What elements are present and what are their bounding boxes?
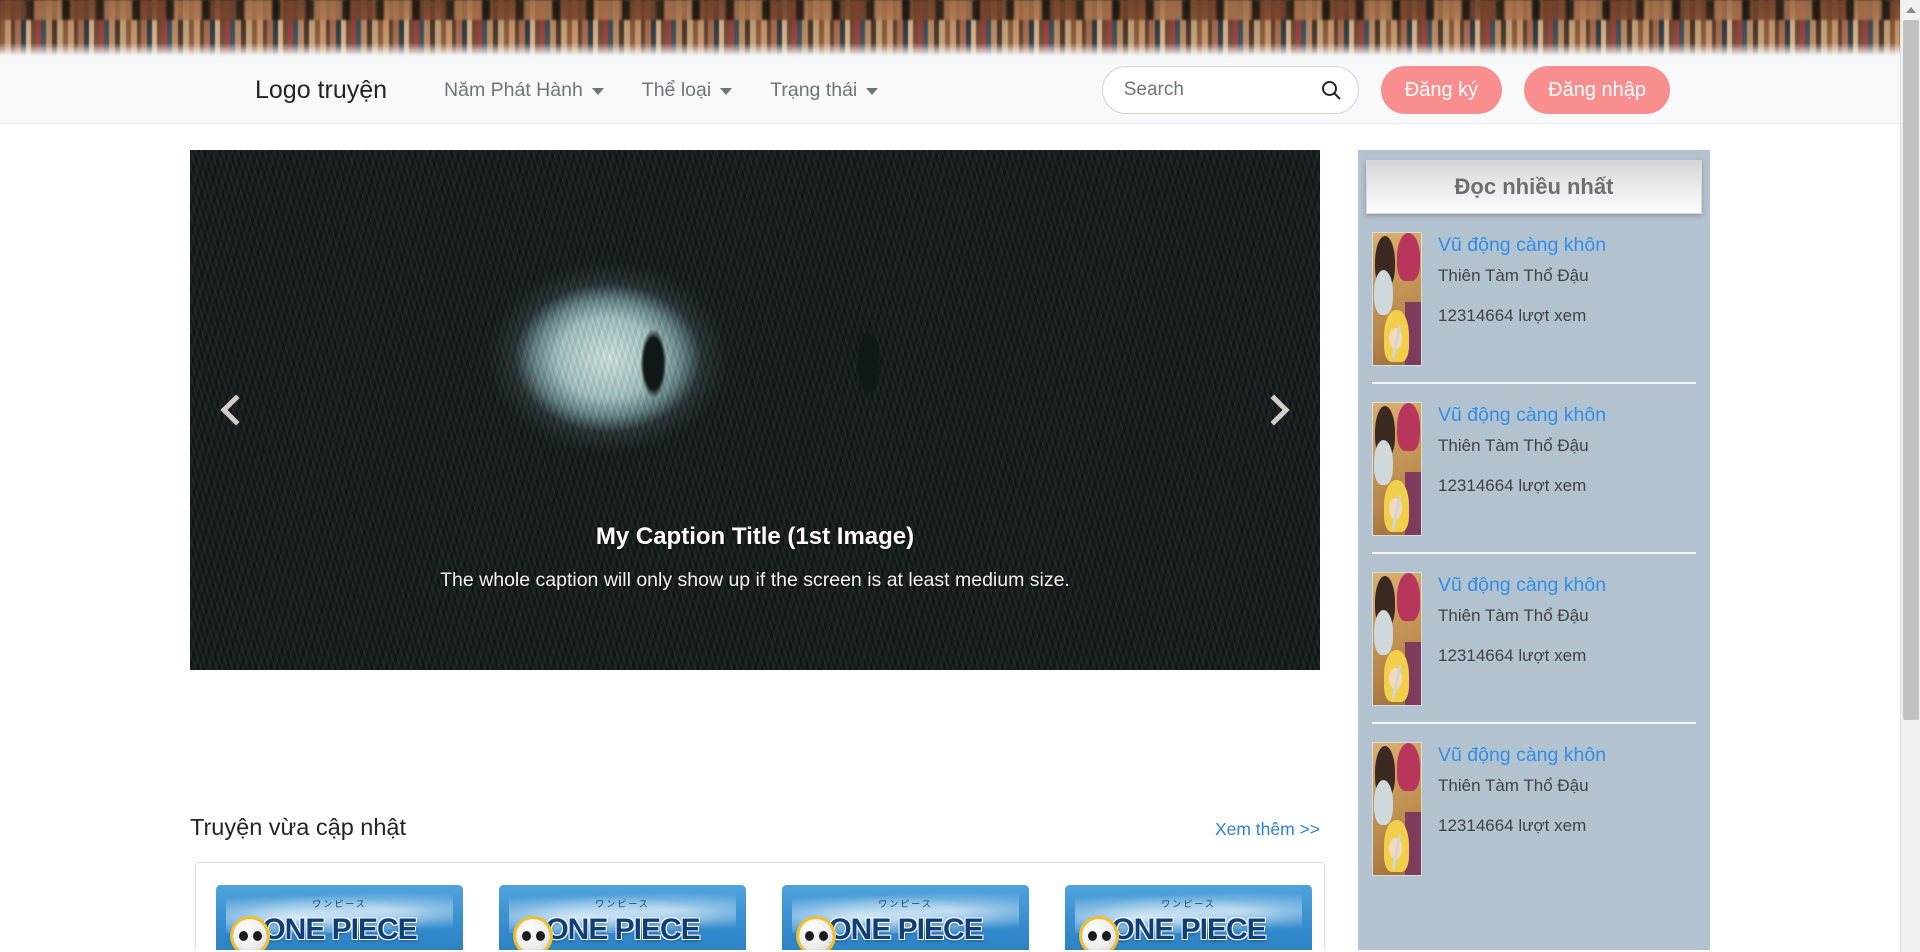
carousel-next-button[interactable] (1228, 150, 1320, 670)
hero-bookshelf-banner (0, 0, 1900, 57)
chevron-left-icon (220, 394, 252, 426)
list-item-body: Vũ động càng khôn Thiên Tàm Thổ Đậu 1231… (1438, 232, 1606, 366)
register-button[interactable]: Đăng ký (1380, 66, 1503, 114)
cover-subtitle: ワンピース (312, 899, 367, 909)
manga-title-link[interactable]: Vũ động càng khôn (1438, 232, 1606, 260)
manga-view-count: 12314664 lượt xem (1438, 645, 1587, 665)
login-button[interactable]: Đăng nhập (1524, 66, 1670, 114)
navbar-menu: Năm Phát Hành Thể loại Trạng thái (425, 79, 897, 102)
hero-carousel: My Caption Title (1st Image) The whole c… (190, 150, 1320, 670)
skull-logo-icon (516, 919, 551, 952)
carousel-caption-title: My Caption Title (1st Image) (595, 523, 915, 550)
banner-fade-overlay (0, 43, 1900, 57)
cover-subtitle: ワンピース (1161, 899, 1216, 909)
nav-item-nam-phat-hanh[interactable]: Năm Phát Hành (425, 79, 623, 102)
manga-card[interactable]: ワンピース ONE PIECE (1065, 885, 1312, 952)
see-more-link[interactable]: Xem thêm >> (1215, 819, 1320, 840)
site-brand[interactable]: Logo truyện (255, 76, 387, 105)
thumbnail-artwork (1373, 403, 1421, 535)
manga-cover-image: ワンピース ONE PIECE (782, 885, 1029, 952)
manga-title-link[interactable]: Vũ động càng khôn (1438, 742, 1606, 770)
cover-subtitle: ワンピース (878, 899, 933, 909)
nav-item-label: Trạng thái (770, 78, 858, 101)
chevron-down-icon (866, 88, 879, 95)
manga-cover-image: ワンピース ONE PIECE (1065, 885, 1312, 952)
manga-view-count: 12314664 lượt xem (1438, 305, 1587, 325)
one-piece-artwork: ワンピース ONE PIECE (782, 885, 1029, 952)
one-piece-artwork: ワンピース ONE PIECE (216, 885, 463, 952)
manga-cover-image: ワンピース ONE PIECE (216, 885, 463, 952)
manga-thumbnail (1372, 402, 1422, 536)
main-content: My Caption Title (1st Image) The whole c… (0, 124, 1900, 952)
thumbnail-artwork (1373, 573, 1421, 705)
chevron-down-icon (591, 88, 604, 95)
updated-manga-strip: ワンピース ONE PIECE ワンピース ONE PIECE ワンピース ON… (195, 862, 1325, 952)
most-read-sidebar: Đọc nhiều nhất Vũ động càng khôn Thiên T… (1358, 150, 1710, 952)
browser-scrollbar[interactable] (1900, 0, 1920, 952)
carousel-caption: My Caption Title (1st Image) The whole c… (360, 523, 1151, 592)
search-form (1101, 66, 1359, 114)
updated-section-header: Truyện vừa cập nhật Xem thêm >> (190, 814, 1320, 841)
skull-logo-icon (1082, 919, 1117, 952)
navbar-inner: Logo truyện Năm Phát Hành Thể loại Trạng… (0, 57, 1900, 124)
bookshelf-top-row (0, 0, 1900, 20)
search-icon[interactable] (1319, 78, 1343, 102)
manga-title-link[interactable]: Vũ động càng khôn (1438, 402, 1606, 430)
manga-author: Thiên Tàm Thổ Đậu (1438, 435, 1589, 455)
list-item[interactable]: Vũ động càng khôn Thiên Tàm Thổ Đậu 1231… (1372, 214, 1696, 382)
manga-card[interactable]: ワンピース ONE PIECE (499, 885, 746, 952)
scroll-up-button[interactable] (1901, 0, 1920, 20)
manga-cover-image: ワンピース ONE PIECE (499, 885, 746, 952)
one-piece-artwork: ワンピース ONE PIECE (1065, 885, 1312, 952)
triangle-up-icon (1906, 7, 1916, 13)
manga-view-count: 12314664 lượt xem (1438, 815, 1587, 835)
manga-author: Thiên Tàm Thổ Đậu (1438, 775, 1589, 795)
carousel-caption-text: The whole caption will only show up if t… (440, 569, 1070, 591)
navbar-right-group: Đăng ký Đăng nhập (1101, 66, 1670, 114)
sidebar-list: Vũ động càng khôn Thiên Tàm Thổ Đậu 1231… (1358, 214, 1710, 892)
list-item[interactable]: Vũ động càng khôn Thiên Tàm Thổ Đậu 1231… (1372, 722, 1696, 892)
one-piece-artwork: ワンピース ONE PIECE (499, 885, 746, 952)
nav-item-label: Năm Phát Hành (444, 78, 583, 101)
sidebar-header: Đọc nhiều nhất (1366, 160, 1702, 214)
thumbnail-artwork (1373, 743, 1421, 875)
cover-subtitle: ワンピース (595, 899, 650, 909)
list-item-body: Vũ động càng khôn Thiên Tàm Thổ Đậu 1231… (1438, 742, 1606, 876)
nav-item-the-loai[interactable]: Thể loại (623, 79, 751, 102)
main-navbar: Logo truyện Năm Phát Hành Thể loại Trạng… (0, 57, 1900, 124)
nav-item-label: Thể loại (641, 78, 712, 101)
manga-thumbnail (1372, 232, 1422, 366)
thumbnail-artwork (1373, 233, 1421, 365)
manga-thumbnail (1372, 742, 1422, 876)
chevron-right-icon (1258, 394, 1290, 426)
manga-view-count: 12314664 lượt xem (1438, 475, 1587, 495)
manga-thumbnail (1372, 572, 1422, 706)
section-title: Truyện vừa cập nhật (190, 814, 407, 840)
carousel-indicator-3[interactable] (782, 624, 826, 646)
sidebar-header-title: Đọc nhiều nhất (1454, 174, 1614, 199)
carousel-indicator-2[interactable] (733, 624, 777, 646)
manga-author: Thiên Tàm Thổ Đậu (1438, 605, 1589, 625)
carousel-indicators (190, 624, 1320, 646)
manga-author: Thiên Tàm Thổ Đậu (1438, 265, 1589, 285)
carousel-slide-image (190, 150, 1320, 670)
list-item[interactable]: Vũ động càng khôn Thiên Tàm Thổ Đậu 1231… (1372, 552, 1696, 722)
list-item[interactable]: Vũ động càng khôn Thiên Tàm Thổ Đậu 1231… (1372, 382, 1696, 552)
skull-logo-icon (799, 919, 834, 952)
manga-card[interactable]: ワンピース ONE PIECE (782, 885, 1029, 952)
list-item-body: Vũ động càng khôn Thiên Tàm Thổ Đậu 1231… (1438, 572, 1606, 706)
nav-item-trang-thai[interactable]: Trạng thái (751, 79, 897, 102)
page-root: Logo truyện Năm Phát Hành Thể loại Trạng… (0, 0, 1920, 952)
manga-card[interactable]: ワンピース ONE PIECE (216, 885, 463, 952)
skull-logo-icon (233, 919, 268, 952)
chevron-down-icon (720, 88, 733, 95)
scrollbar-thumb[interactable] (1903, 20, 1919, 720)
list-item-body: Vũ động càng khôn Thiên Tàm Thổ Đậu 1231… (1438, 402, 1606, 536)
manga-title-link[interactable]: Vũ động càng khôn (1438, 572, 1606, 600)
carousel-indicator-1[interactable] (684, 624, 728, 646)
carousel-prev-button[interactable] (190, 150, 282, 670)
